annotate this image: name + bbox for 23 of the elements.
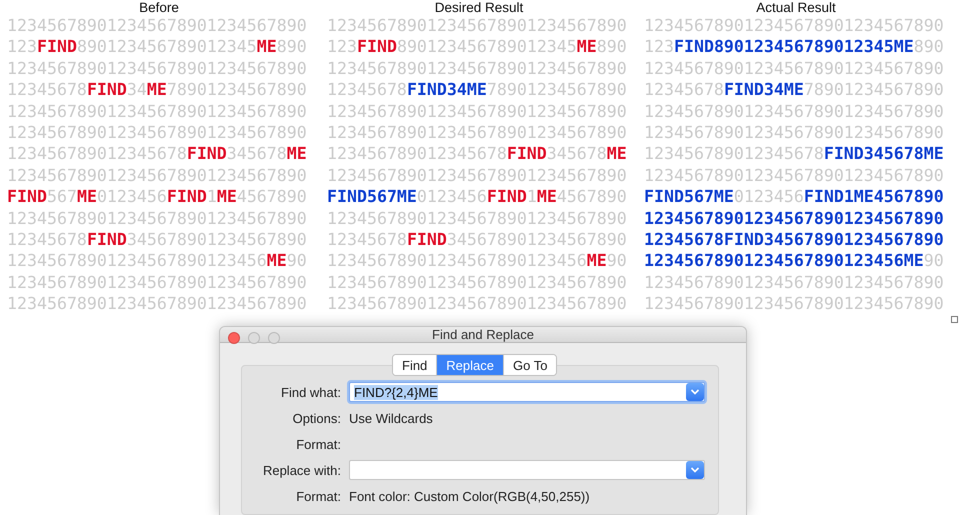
field-label: Options: — [292, 410, 341, 426]
field-label: Format: — [295, 488, 341, 504]
close-button[interactable] — [228, 332, 240, 344]
field-label: Find what: — [280, 384, 341, 400]
dropdown-button[interactable] — [686, 383, 704, 402]
field-label: Format: — [295, 436, 341, 452]
column-title: Before — [138, 0, 180, 15]
column-title: Actual Result — [755, 0, 837, 15]
combo-field[interactable]: FIND?{2,4}ME — [349, 382, 705, 402]
field-value: Use Wildcards — [349, 410, 433, 426]
code-line: 123456789012345678901234567890 — [644, 208, 945, 229]
field-label: Replace with: — [262, 462, 341, 478]
code-line: 12345678FIND345678901234567890 — [644, 228, 945, 250]
combo-field[interactable] — [349, 460, 705, 480]
resize-handle-icon[interactable] — [951, 316, 958, 324]
field-value: Font color: Custom Color(RGB(4,50,255)) — [349, 488, 590, 504]
chevron-down-icon — [690, 389, 700, 396]
tab[interactable]: Replace — [436, 355, 503, 376]
tab[interactable]: Go To — [503, 355, 556, 376]
window-title: Find and Replace — [432, 327, 534, 342]
column-title: Desired Result — [434, 0, 524, 15]
dropdown-button[interactable] — [686, 461, 704, 480]
chevron-down-icon — [690, 467, 700, 474]
